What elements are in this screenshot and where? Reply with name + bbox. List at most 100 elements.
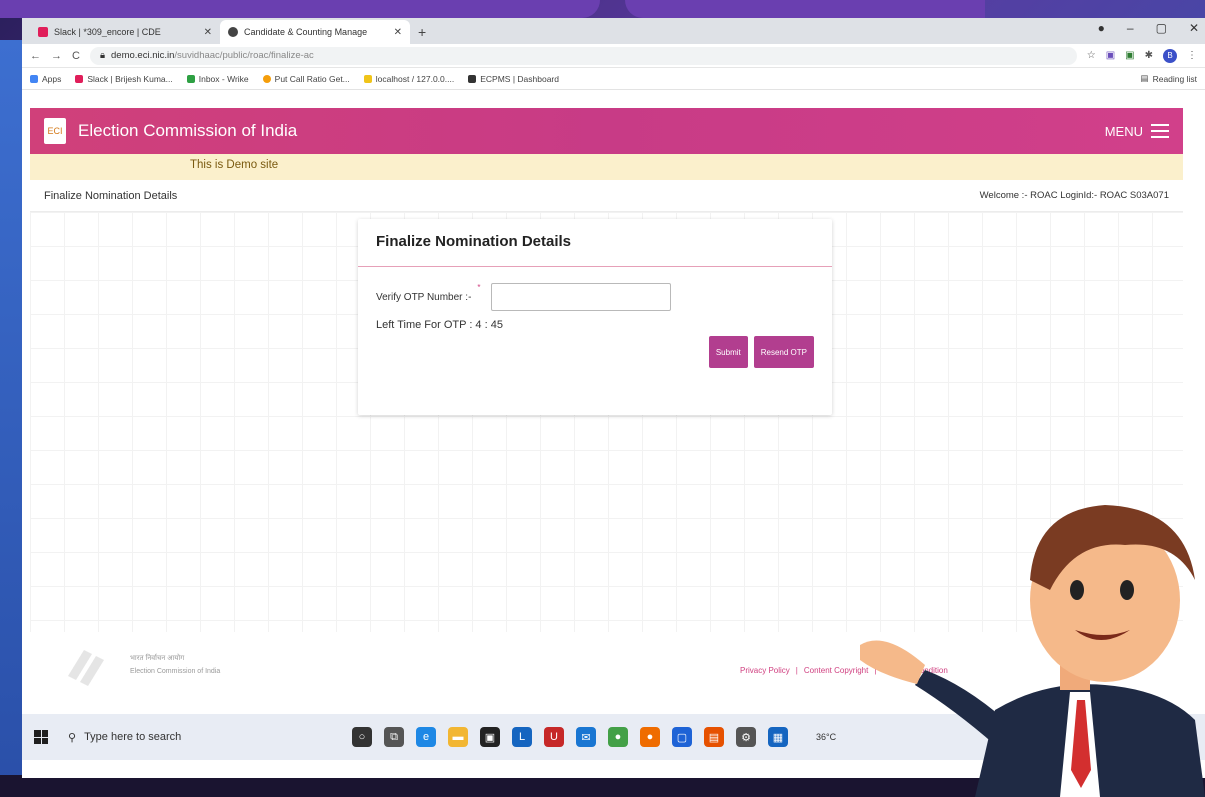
bookmark-apps[interactable]: Apps [30, 74, 61, 84]
taskbar-apps: ○ ⧉ e ▬ ▣ L U ✉ ● ● ▢ ▤ ⚙ ▦ [352, 727, 788, 747]
bookmark-localhost[interactable]: localhost / 127.0.0.... [363, 74, 454, 84]
site-title: Election Commission of India [78, 121, 298, 140]
presenter-illustration [860, 505, 1205, 797]
bookmark-wrike[interactable]: Inbox - Wrike [186, 74, 249, 84]
footer-hindi-name: भारत निर्वाचन आयोग [130, 655, 185, 662]
bookmarks-bar: Apps Slack | Brijesh Kuma... Inbox - Wri… [22, 68, 1205, 90]
pcr-icon [262, 74, 271, 83]
url-host: demo.eci.nic.in [111, 50, 175, 61]
frame-decoration [0, 0, 600, 18]
edge-icon[interactable]: e [416, 727, 436, 747]
card-actions: Submit Resend OTP [708, 336, 814, 368]
privacy-policy-link[interactable]: Privacy Policy [740, 666, 790, 675]
frame-decoration [625, 0, 985, 18]
card-body: Verify OTP Number :- * Left Time For OTP… [358, 267, 832, 415]
window-close-icon[interactable]: ✕ [1189, 21, 1199, 35]
bookmark-pcr[interactable]: Put Call Ratio Get... [262, 74, 350, 84]
minimize-icon[interactable]: – [1127, 21, 1134, 35]
bookmark-slack[interactable]: Slack | Brijesh Kuma... [75, 74, 173, 84]
extension-area: ☆ ▣ ▣ ✱ B ⋮ [1087, 48, 1197, 63]
otp-input[interactable] [490, 283, 671, 311]
finalize-card: Finalize Nomination Details Verify OTP N… [358, 219, 832, 415]
wrike-icon [186, 74, 195, 83]
eci-watermark-icon [68, 650, 104, 686]
settings-icon[interactable]: ⚙ [736, 727, 756, 747]
close-icon[interactable]: ✕ [394, 27, 402, 38]
demo-notice-text: This is Demo site [190, 159, 279, 171]
kebab-menu-icon[interactable]: ⋮ [1187, 50, 1197, 61]
puzzle-icon[interactable]: ✱ [1145, 50, 1153, 61]
app-blue-icon[interactable]: ▢ [672, 727, 692, 747]
menu-button[interactable]: MENU [1105, 124, 1169, 139]
browser-tab-candidate[interactable]: Candidate & Counting Manage ✕ [220, 20, 410, 44]
browser-tab-slack[interactable]: Slack | *309_encore | CDE ✕ [30, 20, 220, 44]
card-title: Finalize Nomination Details [358, 219, 832, 267]
lock-icon: 🔒︎ [99, 50, 106, 61]
forward-icon[interactable]: → [51, 50, 62, 62]
eye-shape [1120, 580, 1134, 600]
address-bar: ← → C 🔒︎ demo.eci.nic.in/suvidhaac/publi… [22, 44, 1205, 68]
l-app-icon[interactable]: L [512, 727, 532, 747]
tab-strip: Slack | *309_encore | CDE ✕ Candidate & … [22, 18, 1205, 44]
mcafee-icon[interactable]: U [544, 727, 564, 747]
site-header: ECI Election Commission of India MENU [30, 108, 1183, 154]
chrome-icon[interactable]: ● [608, 727, 628, 747]
resend-otp-button[interactable]: Resend OTP [753, 336, 814, 368]
url-field[interactable]: 🔒︎ demo.eci.nic.in/suvidhaac/public/roac… [89, 46, 1077, 65]
close-icon[interactable]: ✕ [204, 27, 212, 38]
window-controls: ● – ▢ ✕ [1098, 21, 1199, 35]
slack-favicon-icon [38, 27, 48, 37]
bookmark-ecpms[interactable]: ECPMS | Dashboard [468, 74, 559, 84]
arm-shape [915, 670, 1005, 745]
demo-notice-bar: This is Demo site [30, 154, 1183, 180]
otp-label: Verify OTP Number :- [376, 291, 472, 303]
task-view-icon[interactable]: ⧉ [384, 727, 404, 747]
store-icon[interactable]: ▣ [480, 727, 500, 747]
url-path: /suvidhaac/public/roac/finalize-ac [174, 50, 314, 61]
footer-english-name: Election Commission of India [130, 668, 221, 675]
submit-button[interactable]: Submit [708, 336, 748, 368]
search-placeholder: Type here to search [84, 731, 182, 743]
sub-header: Finalize Nomination Details Welcome :- R… [30, 180, 1183, 212]
windows-start-icon[interactable] [34, 730, 48, 744]
phpmyadmin-icon [363, 74, 372, 83]
mail-icon[interactable]: ✉ [576, 727, 596, 747]
page-title: Finalize Nomination Details [44, 189, 178, 202]
globe-favicon-icon [228, 27, 238, 37]
eye-shape [1070, 580, 1084, 600]
reload-icon[interactable]: C [72, 50, 80, 62]
search-icon: ⚲ [68, 731, 77, 744]
firefox-icon[interactable]: ● [640, 727, 660, 747]
app-grid-icon[interactable]: ▦ [768, 727, 788, 747]
reading-list-icon: ▤ [1140, 73, 1149, 83]
required-marker: * [477, 283, 481, 292]
otp-timer: Left Time For OTP : 4 : 45 [376, 319, 503, 331]
restore-icon[interactable]: ▢ [1156, 21, 1167, 35]
star-icon[interactable]: ☆ [1087, 50, 1096, 61]
back-icon[interactable]: ← [30, 50, 41, 62]
slack-icon [75, 74, 84, 83]
eci-logo[interactable]: ECI [44, 118, 66, 144]
weather-text: 36°C [816, 732, 837, 742]
hand-shape [860, 640, 925, 684]
tab-title: Candidate & Counting Manage [244, 27, 368, 37]
extension-icon[interactable]: ▣ [1125, 50, 1134, 61]
welcome-text: Welcome :- ROAC LoginId:- ROAC S03A071 [979, 190, 1169, 201]
hamburger-icon [1151, 124, 1169, 138]
account-icon[interactable]: ● [1098, 21, 1105, 35]
frame-decoration [0, 40, 22, 797]
profile-avatar[interactable]: B [1163, 48, 1177, 63]
cortana-icon[interactable]: ○ [352, 727, 372, 747]
extension-icon[interactable]: ▣ [1106, 50, 1115, 61]
tab-title: Slack | *309_encore | CDE [54, 27, 161, 37]
taskbar-search[interactable]: ⚲ Type here to search [62, 722, 332, 752]
folder-icon[interactable]: ▬ [448, 727, 468, 747]
ecpms-icon [468, 74, 477, 83]
reading-list-button[interactable]: ▤ Reading list [1141, 73, 1197, 84]
apps-grid-icon [30, 74, 38, 83]
new-tab-button[interactable]: + [410, 24, 434, 44]
otp-row: Verify OTP Number :- * [376, 283, 814, 311]
menu-label: MENU [1104, 123, 1143, 139]
footer-separator: | [795, 666, 798, 675]
app-orange-icon[interactable]: ▤ [704, 727, 724, 747]
